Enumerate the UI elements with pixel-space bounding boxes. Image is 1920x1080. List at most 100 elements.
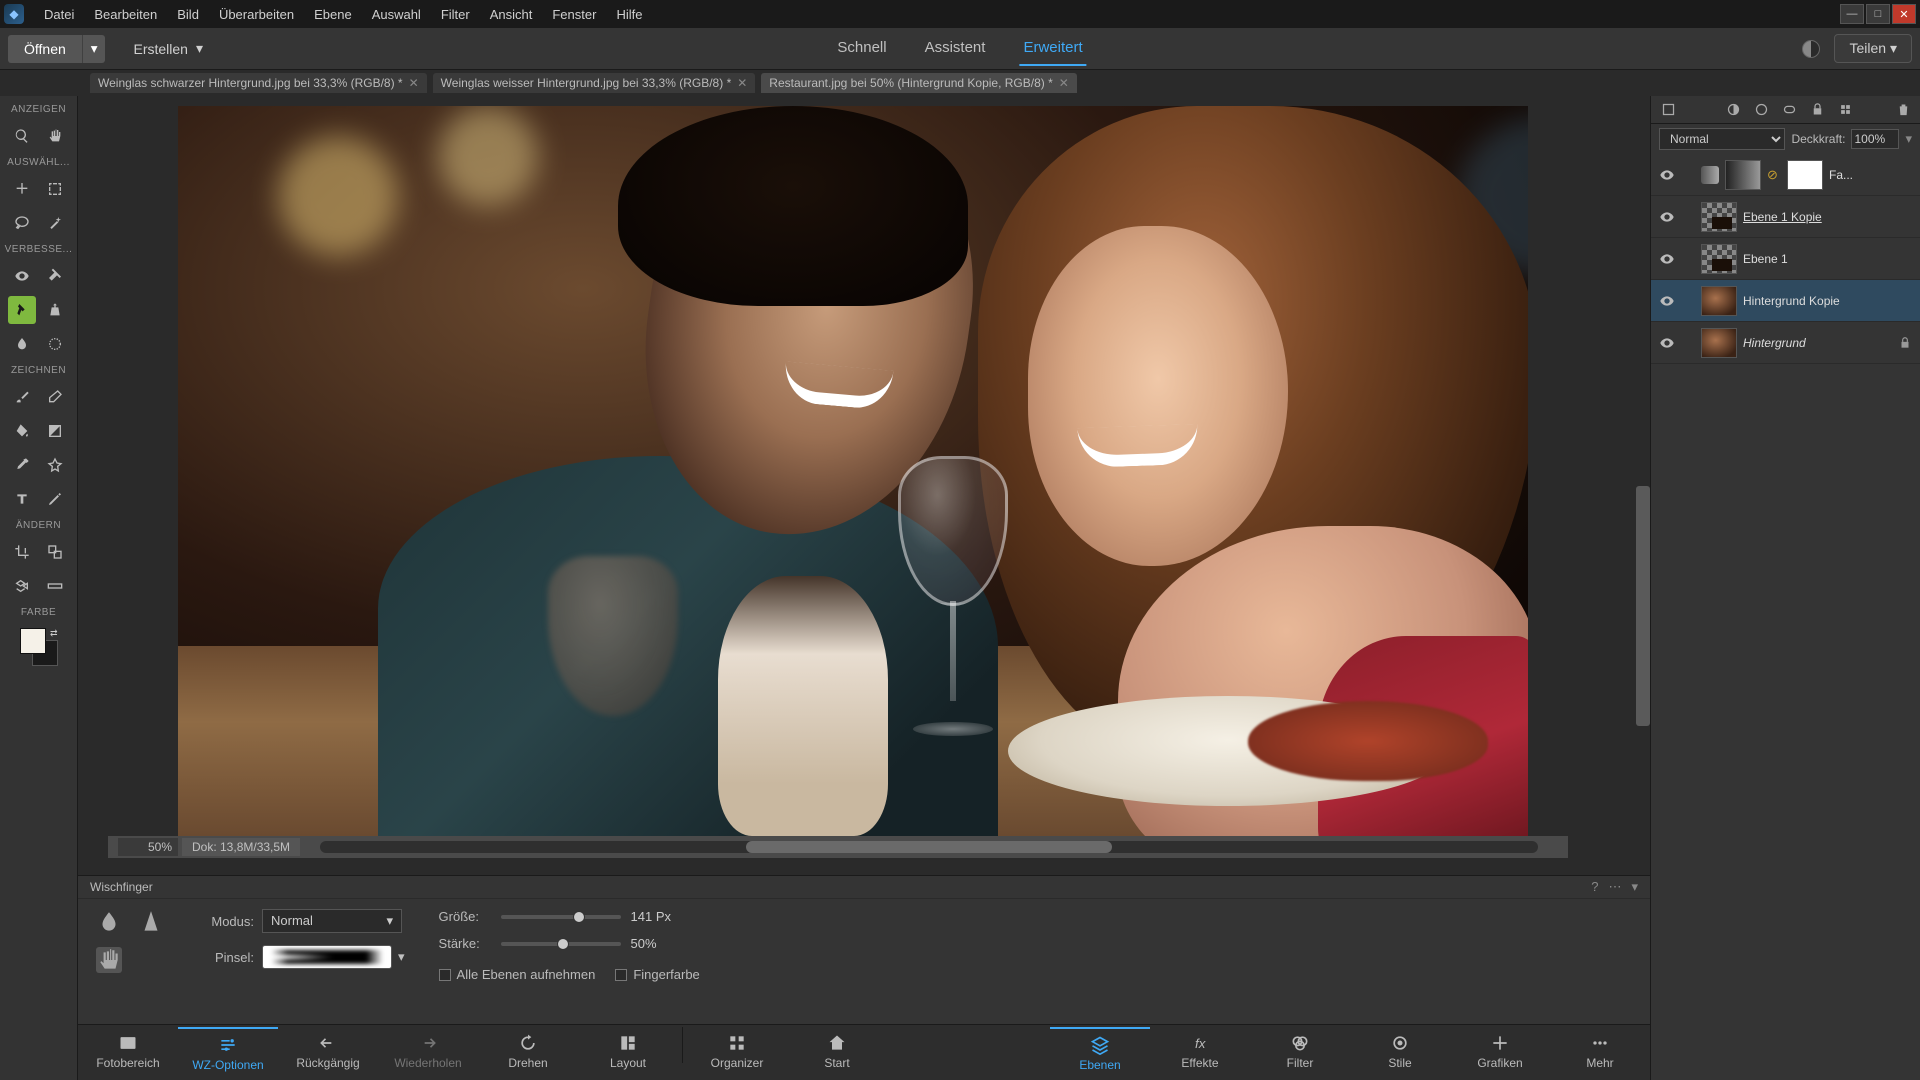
eyedropper-tool[interactable] — [8, 451, 36, 479]
menu-fenster[interactable]: Fenster — [542, 3, 606, 26]
layout-button[interactable]: Layout — [578, 1027, 678, 1078]
layer-row[interactable]: Hintergrund Kopie — [1651, 280, 1920, 322]
paint-bucket-tool[interactable] — [8, 417, 36, 445]
size-value[interactable]: 141 Px — [631, 909, 691, 924]
organizer-button[interactable]: Organizer — [687, 1027, 787, 1078]
visibility-icon[interactable] — [1659, 251, 1675, 267]
home-button[interactable]: Start — [787, 1027, 887, 1078]
window-minimize-button[interactable]: — — [1840, 4, 1864, 24]
delete-layer-icon[interactable] — [1894, 101, 1912, 119]
mode-erweitert[interactable]: Erweitert — [1019, 31, 1086, 66]
layer-name[interactable]: Ebene 1 — [1743, 252, 1788, 266]
clone-stamp-tool[interactable] — [41, 296, 69, 324]
text-tool[interactable] — [8, 485, 36, 513]
tool-options-button[interactable]: WZ-Optionen — [178, 1027, 278, 1078]
share-button[interactable]: Teilen ▾ — [1834, 34, 1912, 63]
visibility-icon[interactable] — [1659, 335, 1675, 351]
pencil-tool[interactable] — [41, 485, 69, 513]
layer-name[interactable]: Hintergrund — [1743, 336, 1806, 350]
brush-tool[interactable] — [8, 383, 36, 411]
blend-mode-select[interactable]: Normal ▾ — [262, 909, 402, 933]
visibility-icon[interactable] — [1659, 167, 1675, 183]
help-icon[interactable]: ? — [1591, 879, 1598, 895]
collapse-icon[interactable]: ▾ — [1631, 879, 1638, 895]
scrollbar-thumb[interactable] — [1636, 486, 1650, 726]
magic-wand-tool[interactable] — [41, 209, 69, 237]
create-button[interactable]: Erstellen▾ — [119, 34, 217, 63]
styles-panel-button[interactable]: Stile — [1350, 1027, 1450, 1078]
menu-ansicht[interactable]: Ansicht — [480, 3, 543, 26]
foreground-color-swatch[interactable] — [20, 628, 46, 654]
theme-toggle-icon[interactable] — [1802, 40, 1820, 58]
layer-name[interactable]: Fa... — [1829, 168, 1853, 182]
visibility-icon[interactable] — [1659, 293, 1675, 309]
layer-row[interactable]: Hintergrund — [1651, 322, 1920, 364]
menu-ueberarbeiten[interactable]: Überarbeiten — [209, 3, 304, 26]
effects-panel-button[interactable]: fxEffekte — [1150, 1027, 1250, 1078]
sharpen-variant-icon[interactable] — [138, 909, 164, 935]
vertical-scrollbar[interactable] — [1636, 226, 1650, 860]
slider-thumb[interactable] — [573, 911, 585, 923]
undo-button[interactable]: Rückgängig — [278, 1027, 378, 1078]
menu-bild[interactable]: Bild — [167, 3, 209, 26]
panel-menu-icon[interactable]: ⋯ — [1608, 879, 1621, 895]
layers-panel-button[interactable]: Ebenen — [1050, 1027, 1150, 1078]
window-close-button[interactable]: ✕ — [1892, 4, 1916, 24]
size-slider[interactable] — [501, 915, 621, 919]
menu-datei[interactable]: Datei — [34, 3, 84, 26]
open-dropdown-caret[interactable]: ▾ — [82, 35, 106, 63]
eraser-tool[interactable] — [41, 383, 69, 411]
all-layers-checkbox[interactable]: Alle Ebenen aufnehmen — [439, 967, 596, 982]
doc-tab-1[interactable]: Weinglas weisser Hintergrund.jpg bei 33,… — [433, 73, 756, 93]
marquee-tool[interactable] — [41, 175, 69, 203]
menu-bearbeiten[interactable]: Bearbeiten — [84, 3, 167, 26]
slider-thumb[interactable] — [557, 938, 569, 950]
close-icon[interactable]: ✕ — [1059, 76, 1069, 90]
spot-heal-tool[interactable] — [41, 262, 69, 290]
open-button[interactable]: Öffnen — [8, 35, 82, 63]
window-maximize-button[interactable]: □ — [1866, 4, 1890, 24]
close-icon[interactable]: ✕ — [737, 76, 747, 90]
recompose-tool[interactable] — [41, 538, 69, 566]
chevron-down-icon[interactable]: ▾ — [1905, 131, 1912, 147]
mode-assistent[interactable]: Assistent — [921, 31, 990, 66]
crop-tool[interactable] — [8, 538, 36, 566]
adjustment-layer-icon[interactable] — [1752, 101, 1770, 119]
color-swatches[interactable]: ⇄ — [20, 628, 58, 666]
smudge-tool[interactable] — [8, 296, 36, 324]
scrollbar-thumb[interactable] — [746, 841, 1111, 853]
layer-row[interactable]: Ebene 1 — [1651, 238, 1920, 280]
redeye-tool[interactable] — [8, 262, 36, 290]
sponge-tool[interactable] — [41, 330, 69, 358]
menu-filter[interactable]: Filter — [431, 3, 480, 26]
new-layer-icon[interactable] — [1659, 101, 1677, 119]
photo-bin-button[interactable]: Fotobereich — [78, 1027, 178, 1078]
menu-auswahl[interactable]: Auswahl — [362, 3, 431, 26]
layer-mask-icon[interactable] — [1724, 101, 1742, 119]
finger-paint-checkbox[interactable]: Fingerfarbe — [615, 967, 699, 982]
rotate-button[interactable]: Drehen — [478, 1027, 578, 1078]
layer-fx-icon[interactable] — [1836, 101, 1854, 119]
shape-tool[interactable] — [41, 451, 69, 479]
zoom-tool[interactable] — [8, 122, 36, 150]
horizontal-scrollbar[interactable] — [320, 841, 1538, 853]
swap-colors-icon[interactable]: ⇄ — [50, 628, 58, 639]
visibility-icon[interactable] — [1659, 209, 1675, 225]
mode-schnell[interactable]: Schnell — [833, 31, 890, 66]
link-layers-icon[interactable] — [1780, 101, 1798, 119]
filters-panel-button[interactable]: Filter — [1250, 1027, 1350, 1078]
layer-row[interactable]: Ebene 1 Kopie — [1651, 196, 1920, 238]
content-aware-tool[interactable] — [8, 572, 36, 600]
menu-hilfe[interactable]: Hilfe — [606, 3, 652, 26]
chevron-down-icon[interactable]: ▾ — [398, 949, 405, 965]
strength-value[interactable]: 50% — [631, 936, 691, 951]
redo-button[interactable]: Wiederholen — [378, 1027, 478, 1078]
straighten-tool[interactable] — [41, 572, 69, 600]
doc-tab-2[interactable]: Restaurant.jpg bei 50% (Hintergrund Kopi… — [761, 73, 1077, 93]
lasso-tool[interactable] — [8, 209, 36, 237]
hand-tool[interactable] — [41, 122, 69, 150]
blur-tool[interactable] — [8, 330, 36, 358]
close-icon[interactable]: ✕ — [409, 76, 419, 90]
smudge-variant-icon[interactable] — [96, 947, 122, 973]
document-canvas[interactable] — [178, 106, 1528, 836]
